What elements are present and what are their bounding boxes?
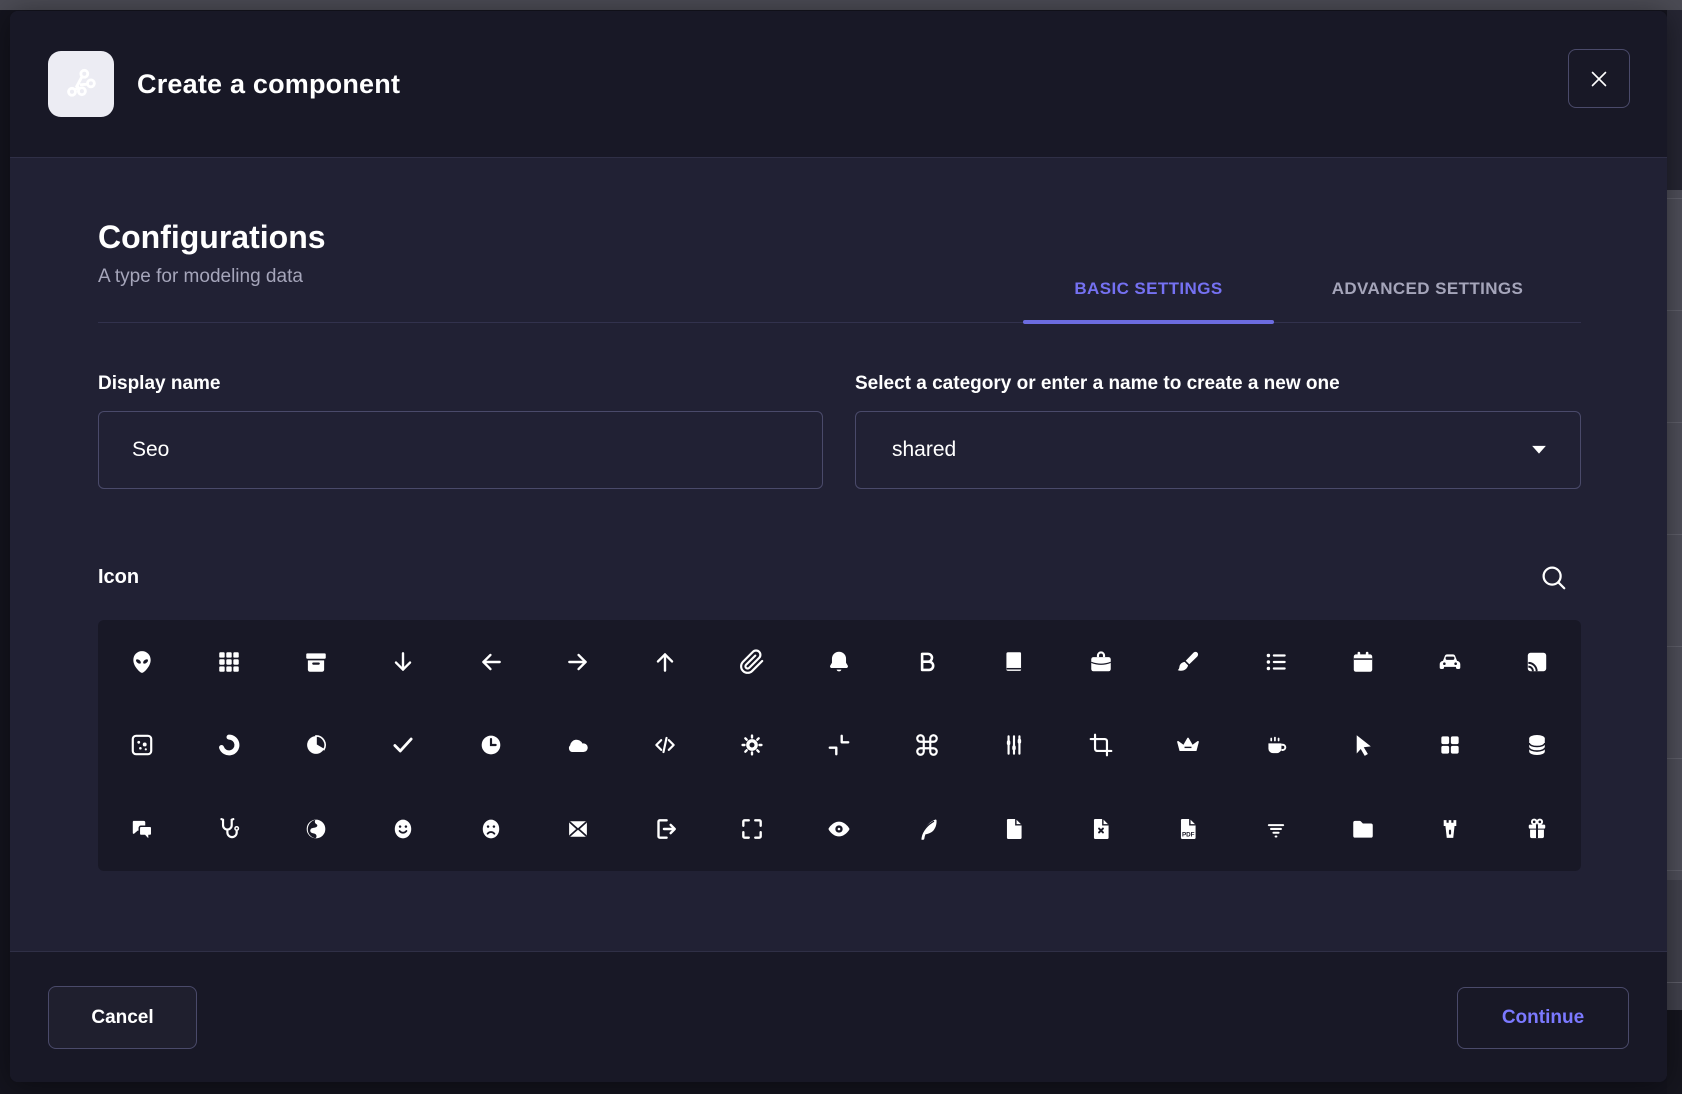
doctor-icon[interactable] — [185, 787, 272, 871]
svg-text:PDF: PDF — [1182, 832, 1195, 839]
arrow-up-icon[interactable] — [621, 620, 708, 704]
tab-advanced-settings[interactable]: ADVANCED SETTINGS — [1274, 255, 1581, 323]
search-button[interactable] — [1531, 557, 1577, 599]
bell-icon[interactable] — [796, 620, 883, 704]
collapse-icon[interactable] — [796, 704, 883, 788]
close-icon — [1587, 67, 1611, 91]
arrow-down-icon[interactable] — [360, 620, 447, 704]
category-label: Select a category or enter a name to cre… — [855, 373, 1340, 395]
emotion-happy-icon[interactable] — [360, 787, 447, 871]
chart-pie-icon[interactable] — [272, 704, 359, 788]
book-icon[interactable] — [970, 620, 1057, 704]
cursor-icon[interactable] — [1319, 704, 1406, 788]
file-pdf-icon[interactable]: PDF — [1145, 787, 1232, 871]
check-icon[interactable] — [360, 704, 447, 788]
gift-icon[interactable] — [1494, 787, 1581, 871]
alien-icon[interactable] — [98, 620, 185, 704]
cast-icon[interactable] — [1494, 620, 1581, 704]
arrow-left-icon[interactable] — [447, 620, 534, 704]
section-title: Configurations — [98, 219, 326, 256]
modal-footer: Cancel Continue — [10, 951, 1667, 1082]
arrow-right-icon[interactable] — [534, 620, 621, 704]
dashboard-icon[interactable] — [1407, 704, 1494, 788]
calendar-icon[interactable] — [1319, 620, 1406, 704]
eye-icon[interactable] — [796, 787, 883, 871]
display-name-label: Display name — [98, 373, 221, 395]
icon-grid: PDF — [98, 620, 1581, 871]
page-behind-modal-right — [1667, 10, 1682, 1094]
file-error-icon[interactable] — [1058, 787, 1145, 871]
envelop-icon[interactable] — [534, 787, 621, 871]
modal-header: Create a component — [10, 11, 1667, 158]
continue-button[interactable]: Continue — [1457, 987, 1629, 1049]
emotion-unhappy-icon[interactable] — [447, 787, 534, 871]
bold-icon[interactable] — [883, 620, 970, 704]
apps-icon[interactable] — [185, 620, 272, 704]
crown-icon[interactable] — [1145, 704, 1232, 788]
screen: Create a component Configurations A type… — [0, 0, 1682, 1094]
chart-bubble-icon[interactable] — [98, 704, 185, 788]
create-component-modal: Create a component Configurations A type… — [10, 11, 1667, 1082]
cloud-icon[interactable] — [534, 704, 621, 788]
close-button[interactable] — [1568, 49, 1630, 108]
command-icon[interactable] — [883, 704, 970, 788]
database-icon[interactable] — [1494, 704, 1581, 788]
section-header: Configurations A type for modeling data — [98, 219, 326, 288]
crop-icon[interactable] — [1058, 704, 1145, 788]
chart-circle-icon[interactable] — [185, 704, 272, 788]
fort-icon[interactable] — [1407, 787, 1494, 871]
briefcase-icon[interactable] — [1058, 620, 1145, 704]
filter-icon[interactable] — [1232, 787, 1319, 871]
cog-icon[interactable] — [709, 704, 796, 788]
discuss-icon[interactable] — [98, 787, 185, 871]
modal-title: Create a component — [137, 69, 400, 100]
cup-icon[interactable] — [1232, 704, 1319, 788]
chevron-down-icon — [1528, 439, 1550, 461]
display-name-input[interactable] — [98, 411, 823, 489]
archive-icon[interactable] — [272, 620, 359, 704]
attachment-icon[interactable] — [709, 620, 796, 704]
page-behind-modal-top — [0, 0, 1682, 10]
category-select[interactable]: shared — [855, 411, 1581, 489]
cancel-button[interactable]: Cancel — [48, 986, 197, 1049]
icon-picker-label: Icon — [98, 566, 139, 589]
tab-basic-settings[interactable]: BASIC SETTINGS — [1023, 255, 1274, 323]
earth-icon[interactable] — [272, 787, 359, 871]
clock-icon[interactable] — [447, 704, 534, 788]
exit-icon[interactable] — [621, 787, 708, 871]
brush-icon[interactable] — [1145, 620, 1232, 704]
code-icon[interactable] — [621, 704, 708, 788]
bullet-list-icon[interactable] — [1232, 620, 1319, 704]
feather-icon[interactable] — [883, 787, 970, 871]
search-icon — [1539, 563, 1569, 593]
section-subtitle: A type for modeling data — [98, 266, 326, 288]
sliders-icon[interactable] — [970, 704, 1057, 788]
folder-icon[interactable] — [1319, 787, 1406, 871]
component-icon — [48, 51, 114, 117]
modal-body: Configurations A type for modeling data … — [10, 159, 1667, 952]
file-icon[interactable] — [970, 787, 1057, 871]
car-icon[interactable] — [1407, 620, 1494, 704]
category-selected-value: shared — [892, 438, 1528, 462]
expand-icon[interactable] — [709, 787, 796, 871]
